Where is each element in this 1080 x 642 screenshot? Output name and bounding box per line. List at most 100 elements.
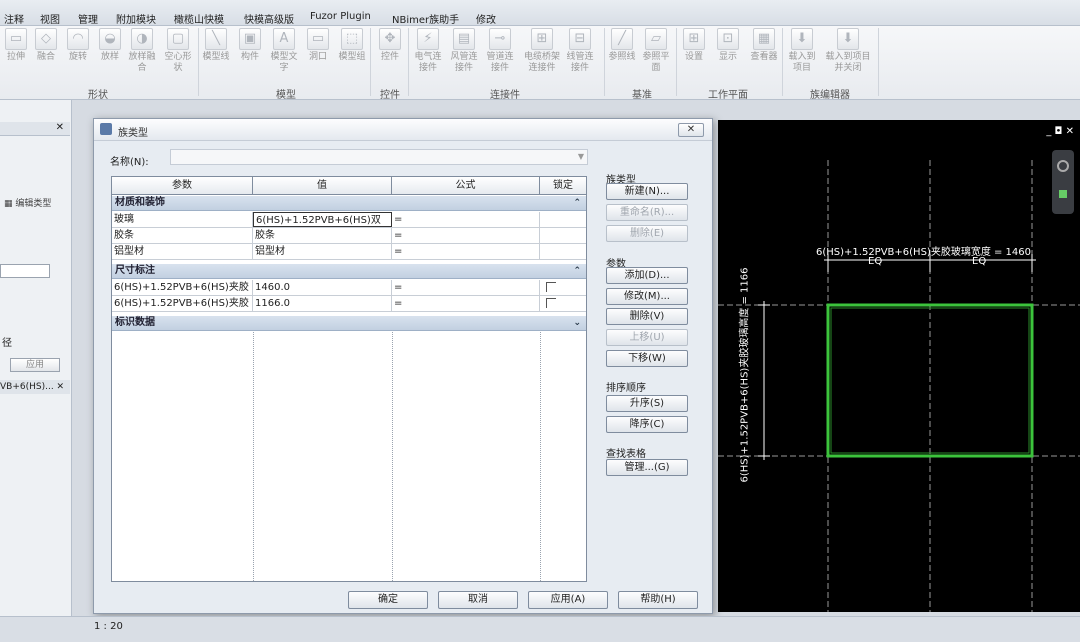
pipe-connector-icon: ⊸ <box>489 28 511 50</box>
extrusion-button[interactable]: ▭ 拉伸 <box>2 28 30 63</box>
chevron-up-icon: ⌃ <box>573 266 581 276</box>
load-into-project-close-icon: ⬇ <box>837 28 859 50</box>
param-value[interactable]: 铝型材 <box>253 244 392 259</box>
param-formula[interactable]: = <box>392 244 540 259</box>
sort-descending-button[interactable]: 降序(C) <box>606 416 688 433</box>
param-value[interactable]: 1460.0 <box>253 280 392 295</box>
help-button[interactable]: 帮助(H) <box>618 591 698 609</box>
swept-blend-button[interactable]: ◑ 放样融合 <box>128 28 156 74</box>
drawing-canvas[interactable]: _ ◘ ✕ 6(HS)+1.52PVB+6(HS)夹胶玻璃宽度 = 1460 E… <box>718 120 1080 612</box>
eq-label[interactable]: EQ <box>972 256 986 267</box>
chevron-down-icon: ▼ <box>577 152 584 161</box>
void-forms-button[interactable]: ▢ 空心形状 <box>164 28 192 74</box>
control-button[interactable]: ✥ 控件 <box>376 28 404 63</box>
lock-checkbox[interactable] <box>540 280 586 295</box>
tab-ganlanshan[interactable]: 橄榄山快模 <box>174 11 224 26</box>
sort-ascending-button[interactable]: 升序(S) <box>606 395 688 412</box>
revolve-button[interactable]: ◠ 旋转 <box>64 28 92 63</box>
param-formula[interactable]: = <box>392 280 540 295</box>
tab-kuaimo-pro[interactable]: 快模高级版 <box>244 11 294 26</box>
tab-view[interactable]: 视图 <box>40 11 60 26</box>
column-header-lock[interactable]: 锁定 <box>540 177 586 195</box>
group-materials[interactable]: 材质和装饰 ⌃ <box>112 196 586 211</box>
conduit-connector-button[interactable]: ⊟ 线管连接件 <box>566 28 594 74</box>
param-formula[interactable]: = <box>392 212 540 227</box>
show-workplane-icon: ⊡ <box>717 28 739 50</box>
family-drawing <box>718 160 1080 612</box>
param-formula[interactable]: = <box>392 296 540 311</box>
edit-type-button[interactable]: ▦ 编辑类型 <box>0 196 66 210</box>
move-up-button[interactable]: 上移(U) <box>606 329 688 346</box>
blend-button[interactable]: ◇ 融合 <box>32 28 60 63</box>
show-workplane-button[interactable]: ⊡ 显示 <box>714 28 742 63</box>
name-label: 名称(N): <box>110 157 149 168</box>
load-into-project-close-button[interactable]: ⬇ 载入到项目并关闭 <box>822 28 874 74</box>
workplane-viewer-button[interactable]: ▦ 查看器 <box>748 28 780 63</box>
add-parameter-button[interactable]: 添加(D)... <box>606 267 688 284</box>
apply-button[interactable]: 应用(A) <box>528 591 608 609</box>
new-type-button[interactable]: 新建(N)... <box>606 183 688 200</box>
eq-label[interactable]: EQ <box>868 256 882 267</box>
property-input[interactable] <box>0 264 50 278</box>
lock-checkbox[interactable] <box>540 296 586 311</box>
app-icon <box>100 123 112 135</box>
close-icon[interactable]: ✕ <box>56 122 64 133</box>
manage-lookup-button[interactable]: 管理...(G) <box>606 459 688 476</box>
model-group-button[interactable]: ⬚ 模型组 <box>338 28 366 63</box>
group-label-model: 模型 <box>276 90 296 101</box>
apply-button[interactable]: 应用 <box>10 358 60 372</box>
rename-type-button[interactable]: 重命名(R)... <box>606 204 688 221</box>
close-icon[interactable]: ✕ <box>56 380 64 394</box>
reference-line-button[interactable]: ╱ 参照线 <box>608 28 636 63</box>
lookup-tables-section-title: 查找表格 <box>606 449 646 460</box>
model-text-button[interactable]: A 模型文字 <box>270 28 298 74</box>
param-value[interactable]: 1166.0 <box>253 296 392 311</box>
width-dimension-label[interactable]: 6(HS)+1.52PVB+6(HS)夹胶玻璃宽度 = 1460 <box>816 243 1031 258</box>
ribbon-panel: ▭ 拉伸 ◇ 融合 ◠ 旋转 ◒ 放样 ◑ 放样融合 ▢ 空心形状 形状 ╲ 模型线 ▣ 构件 … <box>0 26 1080 101</box>
reference-plane-button[interactable]: ▱ 参照平面 <box>642 28 670 74</box>
table-row: 玻璃 6(HS)+1.52PVB+6(HS)双 = <box>112 212 586 228</box>
param-value[interactable]: 6(HS)+1.52PVB+6(HS)双 <box>253 212 392 227</box>
tab-manage[interactable]: 管理 <box>78 11 98 26</box>
load-into-project-button[interactable]: ⬇ 载入到项目 <box>786 28 818 74</box>
set-workplane-button[interactable]: ⊞ 设置 <box>680 28 708 63</box>
column-header-formula[interactable]: 公式 <box>392 177 540 195</box>
opening-icon: ▭ <box>307 28 329 50</box>
group-dimensions[interactable]: 尺寸标注 ⌃ <box>112 264 586 279</box>
column-header-value[interactable]: 值 <box>253 177 392 195</box>
component-button[interactable]: ▣ 构件 <box>236 28 264 63</box>
group-identity-data[interactable]: 标识数据 ⌄ <box>112 316 586 331</box>
tab-modify[interactable]: 修改 <box>476 11 496 26</box>
load-into-project-icon: ⬇ <box>791 28 813 50</box>
param-formula[interactable]: = <box>392 228 540 243</box>
family-types-dialog: 族类型 ✕ 名称(N): ▼ 参数 值 公式 锁定 材质和装饰 ⌃ 玻璃 6(H… <box>93 118 713 614</box>
delete-type-button[interactable]: 删除(E) <box>606 225 688 242</box>
model-line-button[interactable]: ╲ 模型线 <box>202 28 230 63</box>
duct-connector-button[interactable]: ▤ 风管连接件 <box>450 28 478 74</box>
delete-parameter-button[interactable]: 删除(V) <box>606 308 688 325</box>
param-value[interactable]: 胶条 <box>253 228 392 243</box>
column-header-parameter[interactable]: 参数 <box>112 177 253 195</box>
name-select[interactable]: ▼ <box>170 149 588 165</box>
dialog-title: 族类型 <box>118 128 148 139</box>
cable-tray-connector-button[interactable]: ⊞ 电缆桥架连接件 <box>524 28 560 74</box>
cancel-button[interactable]: 取消 <box>438 591 518 609</box>
ok-button[interactable]: 确定 <box>348 591 428 609</box>
tab-nbimer[interactable]: NBimer族助手 <box>392 11 459 26</box>
sweep-button[interactable]: ◒ 放样 <box>96 28 124 63</box>
group-label-connectors: 连接件 <box>490 90 520 101</box>
modify-parameter-button[interactable]: 修改(M)... <box>606 288 688 305</box>
pipe-connector-button[interactable]: ⊸ 管道连接件 <box>486 28 514 74</box>
group-label-family-editor: 族编辑器 <box>810 90 850 101</box>
close-button[interactable]: ✕ <box>678 123 704 137</box>
param-name: 6(HS)+1.52PVB+6(HS)夹胶 <box>112 296 253 311</box>
height-dimension-label[interactable]: 6(HS)+1.52PVB+6(HS)夹胶玻璃高度 = 1166 <box>736 267 751 482</box>
tab-annotate[interactable]: 注释 <box>4 11 24 26</box>
ribbon-tab-bar: 注释 视图 管理 附加模块 橄榄山快模 快模高级版 Fuzor Plugin N… <box>0 0 1080 26</box>
opening-button[interactable]: ▭ 洞口 <box>304 28 332 63</box>
tab-addins[interactable]: 附加模块 <box>116 11 156 26</box>
tab-fuzor[interactable]: Fuzor Plugin <box>310 11 371 22</box>
electrical-connector-button[interactable]: ⚡ 电气连接件 <box>414 28 442 74</box>
move-down-button[interactable]: 下移(W) <box>606 350 688 367</box>
view-scale[interactable]: 1 : 20 <box>94 621 123 632</box>
